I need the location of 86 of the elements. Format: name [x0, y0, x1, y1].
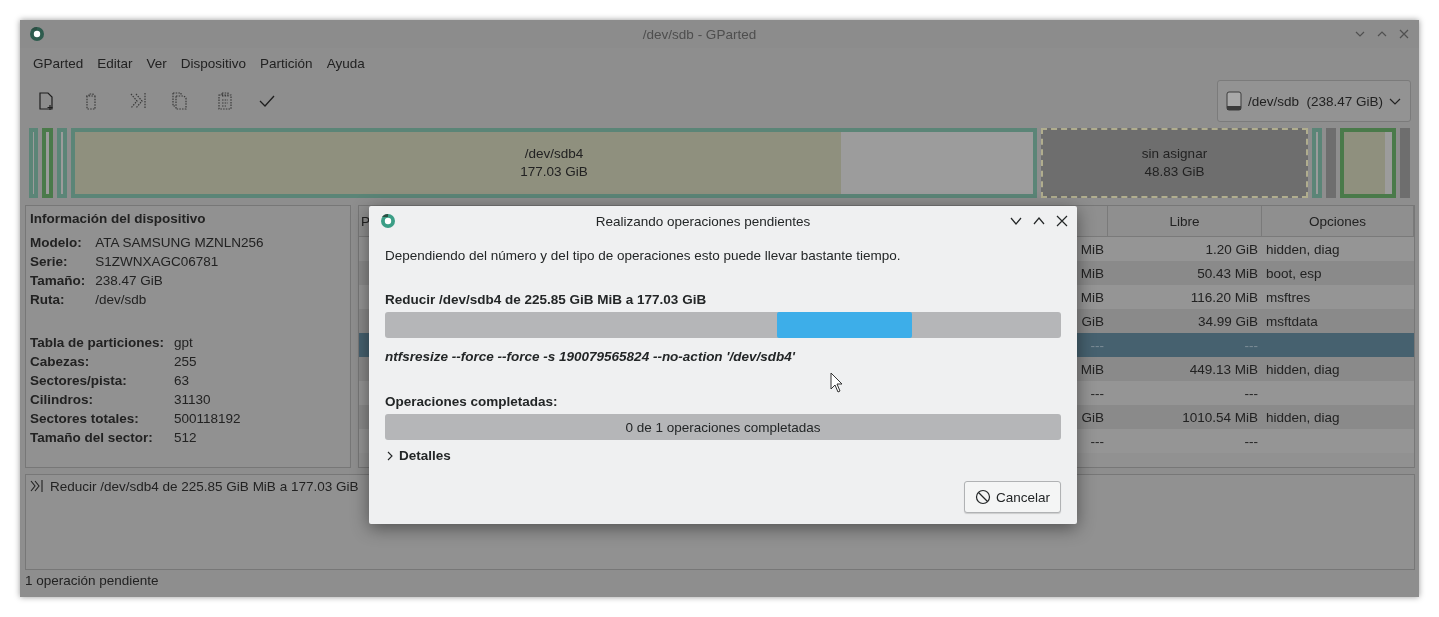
info-label: Ruta:: [30, 291, 66, 309]
partition-size: 177.03 GiB: [520, 163, 588, 181]
column-header[interactable]: Libre: [1108, 206, 1262, 236]
partition-name: /dev/sdb4: [524, 145, 584, 163]
info-value: S1ZWNXAGC06781: [95, 253, 220, 271]
table-cell: ---: [1090, 337, 1104, 353]
info-value: 512: [174, 429, 198, 447]
message-text: Dependiendo del número y del tipo de operaciones esto puede llevar bastante tiempo.: [385, 248, 902, 263]
table-cell: MiB: [1080, 265, 1104, 281]
dialog-title: Realizando operaciones pendientes: [594, 213, 812, 229]
device-label: /dev/sdb (238.47 GiB): [1248, 93, 1384, 109]
operation-text: Reducir /dev/sdb4 de 225.85 GiB MiB a 177.03 GiB: [50, 479, 359, 494]
menu-item[interactable]: Editar: [90, 55, 140, 71]
table-cell: GiB: [1081, 409, 1104, 425]
info-label: Modelo:: [30, 234, 83, 252]
partition-block[interactable]: [42, 128, 53, 198]
info-value: ATA SAMSUNG MZNLN256: [95, 234, 265, 252]
partition-block[interactable]: /dev/sdb4 177.03 GiB: [71, 128, 1037, 198]
info-label: Cabezas:: [30, 353, 91, 371]
details-expander[interactable]: Detalles: [385, 448, 1061, 463]
info-label: Tamaño del sector:: [30, 429, 154, 447]
window-title: /dev/sdb - GParted: [641, 26, 758, 42]
table-cell: hidden, diag: [1266, 409, 1340, 425]
partition-block[interactable]: [1312, 128, 1322, 198]
table-cell: ---: [1244, 337, 1258, 353]
table-cell: msftres: [1266, 289, 1311, 305]
info-value: 255: [174, 353, 198, 371]
info-value: 31130: [174, 391, 212, 409]
table-cell: GiB: [1081, 313, 1104, 329]
app-logo-icon: [28, 25, 46, 43]
menu-item[interactable]: Partición: [253, 55, 320, 71]
status-text: 1 operación pendiente: [24, 572, 160, 588]
partition-name: sin asignar: [1141, 145, 1208, 163]
progress-text: 0 de 1 operaciones completadas: [625, 419, 821, 435]
info-label: Cilindros:: [30, 391, 94, 409]
table-cell: MiB: [1080, 289, 1104, 305]
info-label: Serie:: [30, 253, 69, 271]
table-cell: 1.20 GiB: [1205, 241, 1258, 257]
cancel-button[interactable]: Cancelar: [963, 481, 1061, 513]
partition-block[interactable]: [1340, 128, 1396, 198]
column-header[interactable]: Opciones: [1262, 206, 1414, 236]
table-cell: 449.13 MiB: [1189, 361, 1258, 377]
table-cell: hidden, diag: [1266, 361, 1340, 377]
new-document-icon[interactable]: [36, 91, 56, 111]
info-value: 500118192: [174, 410, 242, 428]
table-cell: ---: [1090, 385, 1104, 401]
partition-size: 48.83 GiB: [1144, 163, 1205, 181]
table-cell: ---: [1090, 433, 1104, 449]
drive-icon: [1226, 91, 1242, 111]
device-dropdown[interactable]: /dev/sdb (238.47 GiB): [1217, 80, 1411, 122]
info-value: 238.47 GiB: [95, 272, 164, 290]
app-logo-icon: [379, 212, 397, 230]
table-cell: MiB: [1080, 241, 1104, 257]
table-cell: ---: [1244, 433, 1258, 449]
table-cell: boot, esp: [1266, 265, 1322, 281]
close-icon[interactable]: [1055, 214, 1069, 228]
table-cell: 1010.54 MiB: [1182, 409, 1258, 425]
info-value: 63: [174, 372, 191, 390]
table-cell: ---: [1244, 385, 1258, 401]
info-label: Sectores totales:: [30, 410, 140, 428]
menu-item[interactable]: Ayuda: [319, 55, 372, 71]
command-text: ntfsresize --force --force -s 190079565824 --no-action '/dev/sdb4': [385, 349, 797, 364]
info-label: Tamaño:: [30, 272, 86, 290]
table-cell: hidden, diag: [1266, 241, 1340, 257]
menu-item[interactable]: Dispositivo: [173, 55, 254, 71]
cancel-icon: [974, 489, 991, 505]
double-chevron-bar-icon: [30, 479, 44, 493]
partition-block[interactable]: [29, 128, 38, 198]
info-label: Sectores/pista:: [30, 372, 128, 390]
chevron-right-icon: [385, 449, 395, 462]
table-cell: msftdata: [1266, 313, 1318, 329]
panel-title: Información del dispositivo: [30, 210, 207, 228]
mouse-pointer-icon: [830, 372, 844, 394]
info-value: gpt: [174, 334, 194, 352]
info-label: Tabla de particiones:: [30, 334, 165, 352]
table-cell: MiB: [1080, 361, 1104, 377]
partition-block[interactable]: [57, 128, 67, 198]
menu-item[interactable]: GParted: [26, 55, 91, 71]
unallocated-block[interactable]: sin asignar 48.83 GiB: [1041, 128, 1308, 198]
section-label: Operaciones completadas:: [385, 394, 559, 409]
table-cell: 50.43 MiB: [1197, 265, 1258, 281]
table-cell: 116.20 MiB: [1190, 289, 1258, 305]
operation-title: Reducir /dev/sdb4 de 225.85 GiB MiB a 177.03 GiB: [385, 292, 708, 307]
menu-item[interactable]: Ver: [139, 55, 174, 71]
table-cell: 34.99 GiB: [1197, 313, 1258, 329]
info-value: /dev/sdb: [95, 291, 148, 309]
